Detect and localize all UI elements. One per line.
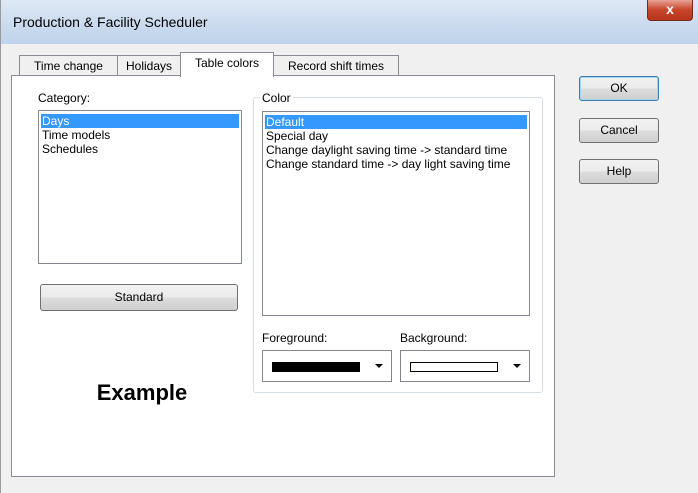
table-colors-panel: Category: Days Time models Schedules Sta… <box>11 75 555 477</box>
close-button[interactable]: x <box>647 0 693 21</box>
list-item-schedules[interactable]: Schedules <box>41 142 239 156</box>
chevron-down-icon <box>513 364 521 368</box>
help-button[interactable]: Help <box>579 159 659 184</box>
dialog-window: Production & Facility Scheduler x Time c… <box>0 0 698 493</box>
tab-record-shift-times[interactable]: Record shift times <box>273 55 399 76</box>
title-bar: Production & Facility Scheduler x <box>1 0 698 44</box>
tab-label: Table colors <box>194 56 260 70</box>
example-preview: Example <box>42 358 242 428</box>
tab-time-change[interactable]: Time change <box>19 55 118 76</box>
category-list[interactable]: Days Time models Schedules <box>38 110 242 264</box>
list-item-default[interactable]: Default <box>265 115 527 129</box>
category-label: Category: <box>38 91 91 105</box>
foreground-swatch <box>272 362 360 372</box>
color-group-label: Color <box>260 91 293 105</box>
tab-holidays[interactable]: Holidays <box>117 55 181 76</box>
list-item-standard-to-dst[interactable]: Change standard time -> day light saving… <box>265 157 527 171</box>
cancel-button[interactable]: Cancel <box>579 118 659 143</box>
list-item-days[interactable]: Days <box>41 114 239 128</box>
tab-label: Holidays <box>125 59 173 73</box>
foreground-color-select[interactable] <box>262 350 392 382</box>
foreground-label: Foreground: <box>262 331 328 345</box>
background-color-select[interactable] <box>400 350 530 382</box>
chevron-down-icon <box>375 364 383 368</box>
close-icon: x <box>666 1 674 17</box>
background-label: Background: <box>400 331 468 345</box>
tab-label: Record shift times <box>287 59 385 73</box>
tab-table-colors[interactable]: Table colors <box>180 52 274 77</box>
list-item-special-day[interactable]: Special day <box>265 129 527 143</box>
background-swatch <box>410 362 498 372</box>
tab-label: Time change <box>34 59 103 73</box>
window-title: Production & Facility Scheduler <box>13 14 208 30</box>
ok-button[interactable]: OK <box>579 76 659 101</box>
list-item-time-models[interactable]: Time models <box>41 128 239 142</box>
dialog-client-area: Time change Holidays Table colors Record… <box>7 44 693 493</box>
list-item-dst-to-standard[interactable]: Change daylight saving time -> standard … <box>265 143 527 157</box>
standard-button[interactable]: Standard <box>40 284 238 311</box>
color-list[interactable]: Default Special day Change daylight savi… <box>262 111 530 316</box>
